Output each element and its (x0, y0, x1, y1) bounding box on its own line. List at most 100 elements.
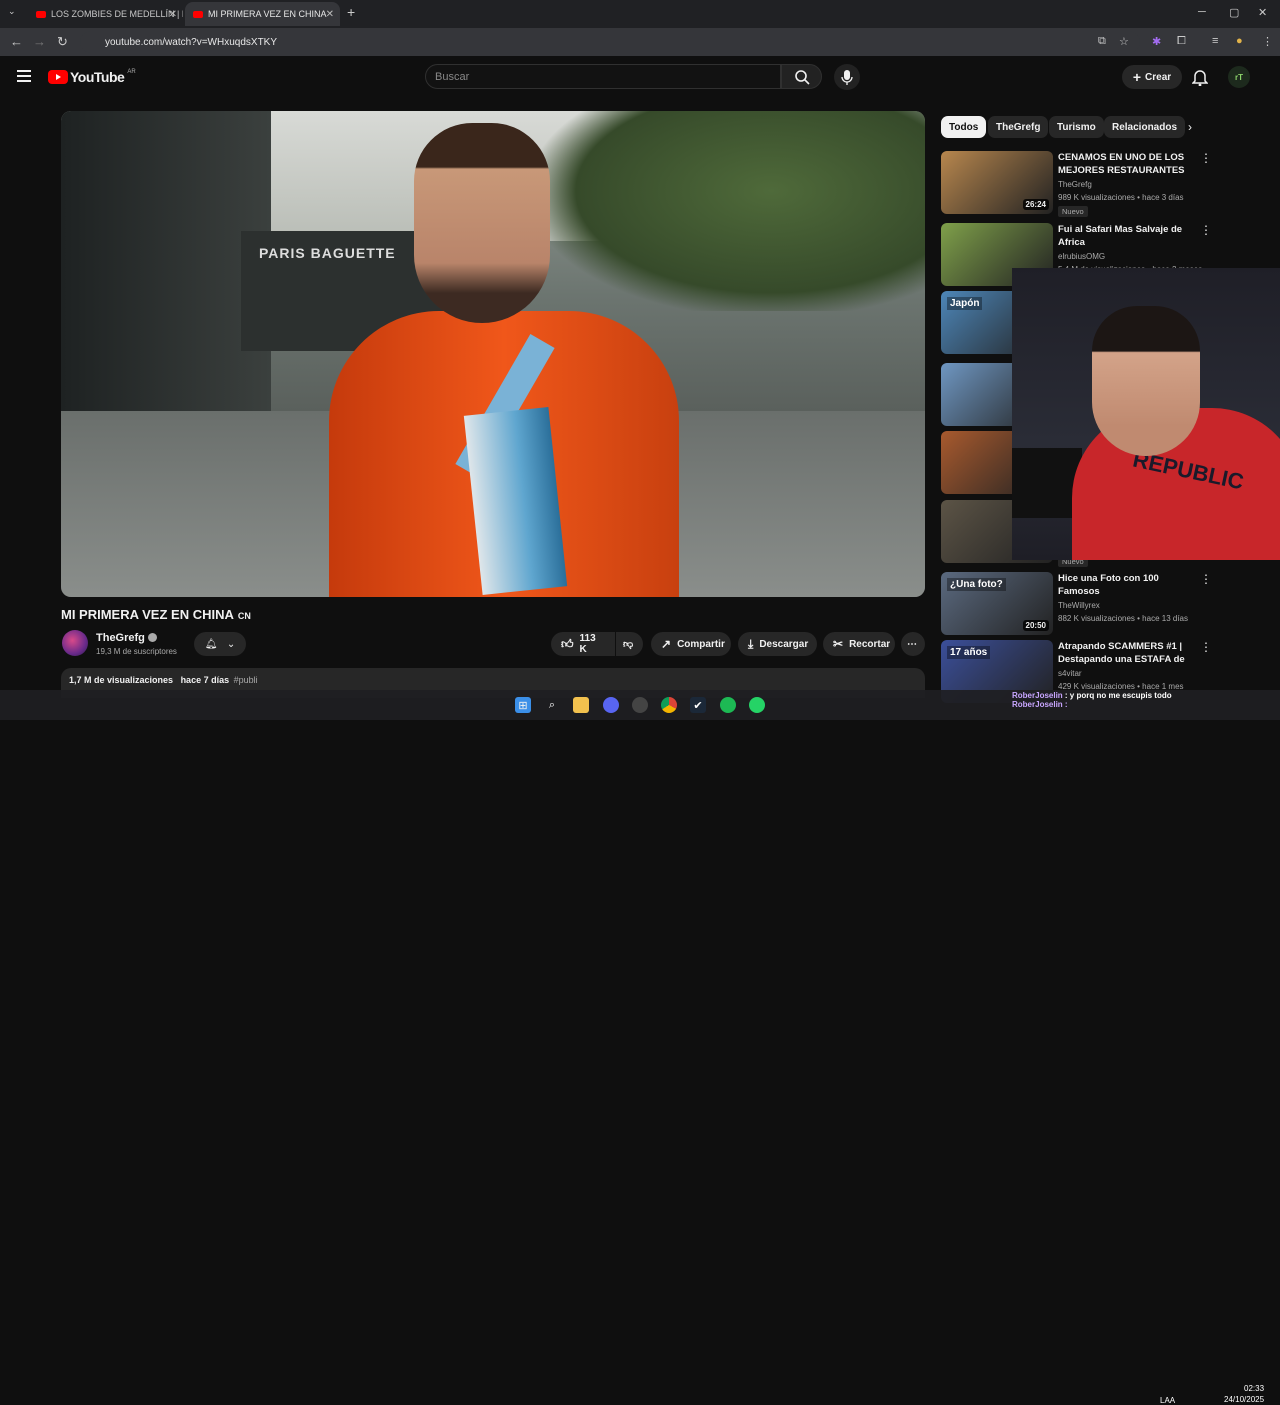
file-explorer-icon[interactable] (573, 697, 589, 713)
recommended-channel[interactable]: s4vitar (1058, 669, 1082, 678)
download-button[interactable]: ⤓ Descargar (738, 632, 817, 656)
dislike-button[interactable]: 👎︎ (616, 632, 643, 656)
tab-primera-vez-china[interactable]: MI PRIMERA VEZ EN CHINA ✕ (185, 2, 340, 26)
close-tab-icon[interactable]: ✕ (326, 9, 334, 20)
recommended-title[interactable]: CENAMOS EN UNO DE LOS MEJORES RESTAURANT… (1058, 151, 1188, 177)
video-thumbnail[interactable]: ¿Una foto? 20:50 (941, 572, 1053, 635)
install-app-icon[interactable]: ⧉ (1098, 35, 1106, 48)
recommended-video[interactable]: ¿Una foto? 20:50 Hice una Foto con 100 Fam… (941, 572, 1212, 636)
china-flag: CN (237, 611, 251, 621)
like-button[interactable]: 👍︎ 113 K (551, 632, 615, 656)
spotify-icon[interactable] (720, 697, 736, 713)
search-button[interactable] (781, 64, 822, 89)
recommended-channel[interactable]: TheGrefg (1058, 180, 1092, 189)
thumbnail-text: 17 años (947, 646, 991, 659)
more-vertical-icon[interactable]: ⋮ (1200, 224, 1212, 236)
clip-label: Recortar (849, 638, 891, 650)
windows-start-icon[interactable]: ⊞ (515, 697, 531, 713)
recommended-channel[interactable]: TheWillyrex (1058, 601, 1100, 610)
chip-todos[interactable]: Todos (941, 116, 987, 138)
maximize-button[interactable]: ▢ (1229, 6, 1239, 19)
youtube-play-icon (48, 70, 68, 84)
search-input[interactable]: Buscar (425, 64, 781, 89)
extensions-puzzle-icon[interactable]: ⧠ (1177, 35, 1186, 48)
whatsapp-icon[interactable] (749, 697, 765, 713)
recommended-title[interactable]: Atrapando SCAMMERS #1 | Destapando una E… (1058, 640, 1188, 666)
system-clock[interactable]: 02:33 24/10/2025 (1224, 1383, 1264, 1405)
address-bar[interactable]: youtube.com/watch?v=WHxuqdsXTKY (80, 31, 1140, 53)
more-vertical-icon[interactable]: ⋮ (1200, 573, 1212, 585)
notifications-button[interactable] (1191, 68, 1209, 91)
more-actions-button[interactable]: ⋯ (901, 632, 925, 656)
subscription-bell-button[interactable]: 🔔︎ ⌄ (194, 632, 246, 656)
recommended-title[interactable]: Hice una Foto con 100 Famosos (1058, 572, 1188, 598)
browser-menu-icon[interactable]: ⋮ (1262, 35, 1273, 48)
search-icon[interactable]: ⌕ (544, 697, 560, 713)
account-avatar[interactable]: rT (1228, 66, 1250, 88)
download-icon: ⤓ (748, 636, 754, 651)
minimize-button[interactable]: ─ (1198, 6, 1206, 18)
video-player[interactable]: PARIS BAGUETTE (61, 111, 925, 597)
view-count: 1,7 M de visualizaciones (69, 675, 174, 685)
chip-relacionados[interactable]: Relacionados (1104, 116, 1186, 138)
close-window-button[interactable]: ✕ (1258, 6, 1267, 19)
steam-icon[interactable]: ✔ (690, 697, 706, 713)
media-controls-icon[interactable]: ≡ (1212, 35, 1218, 47)
input-language[interactable]: LAA (1160, 1396, 1175, 1405)
channel-avatar[interactable] (62, 630, 88, 656)
chevron-right-icon[interactable]: › (1188, 120, 1192, 134)
plus-icon: + (1132, 69, 1142, 85)
more-vertical-icon[interactable]: ⋮ (1200, 152, 1212, 164)
browser-tab-bar: ⌄ LOS ZOMBIES DE MEDELLÍN | E ✕ MI PRIME… (0, 0, 1280, 28)
recommended-channel[interactable]: elrubiusOMG (1058, 252, 1105, 261)
search-icon (795, 70, 810, 85)
video-thumbnail[interactable]: 26:24 (941, 151, 1053, 214)
channel-name[interactable]: TheGrefg (96, 632, 157, 644)
new-badge: Nuevo (1058, 206, 1088, 217)
menu-icon[interactable] (17, 70, 31, 82)
tab-zombies[interactable]: LOS ZOMBIES DE MEDELLÍN | E ✕ (28, 2, 183, 26)
new-tab-button[interactable]: + (347, 4, 355, 20)
create-button[interactable]: + Crear (1122, 65, 1182, 89)
thumbs-up-icon: 👍︎ (561, 636, 574, 651)
video-duration: 26:24 (1022, 199, 1049, 210)
voice-search-button[interactable] (834, 64, 860, 90)
recommended-video[interactable]: 26:24 CENAMOS EN UNO DE LOS MEJORES RESTA… (941, 151, 1212, 217)
thumbnail-text: Japón (947, 297, 983, 310)
create-label: Crear (1145, 71, 1172, 83)
more-vertical-icon[interactable]: ⋮ (1200, 641, 1212, 653)
like-count: 113 K (579, 633, 596, 655)
thumbs-down-icon: 👎︎ (623, 639, 634, 650)
clip-button[interactable]: ✂ Recortar (823, 632, 895, 656)
chrome-icon[interactable] (661, 697, 677, 713)
chip-turismo[interactable]: Turismo (1049, 116, 1104, 138)
chevron-down-icon: ⌄ (226, 638, 236, 650)
close-tab-icon[interactable]: ✕ (169, 9, 177, 20)
more-horizontal-icon: ⋯ (907, 638, 917, 650)
youtube-favicon-icon (193, 10, 203, 18)
obs-icon[interactable] (632, 697, 648, 713)
video-title-text: MI PRIMERA VEZ EN CHINA (61, 607, 234, 622)
discord-icon[interactable] (603, 697, 619, 713)
tab-title: MI PRIMERA VEZ EN CHINA (208, 9, 327, 19)
tab-title: LOS ZOMBIES DE MEDELLÍN | E (51, 9, 183, 19)
share-button[interactable]: ↗ Compartir (651, 632, 731, 656)
recommended-title[interactable]: Fui al Safari Mas Salvaje de Africa (1058, 223, 1188, 249)
share-label: Compartir (677, 638, 725, 650)
forward-icon[interactable]: → (33, 34, 46, 49)
stream-chat-overlay: RoberJoselin : y porq no me escupis todo… (1012, 691, 1172, 709)
tab-list-icon[interactable]: ⌄ (8, 6, 16, 17)
back-icon[interactable]: ← (10, 34, 23, 49)
extension-icon[interactable]: ✱ (1152, 35, 1161, 48)
video-frame-person-head (414, 123, 550, 323)
clock-date: 24/10/2025 (1224, 1395, 1265, 1404)
hashtag[interactable]: #publi (234, 675, 258, 685)
bookmark-star-icon[interactable]: ☆ (1119, 35, 1129, 48)
bell-icon: 🔔︎ (204, 638, 218, 650)
youtube-logo[interactable]: YouTube AR (48, 69, 136, 85)
youtube-favicon-icon (36, 10, 46, 18)
profile-icon[interactable]: ● (1236, 35, 1243, 47)
chip-thegrefg[interactable]: TheGrefg (988, 116, 1049, 138)
reload-icon[interactable]: ↻ (57, 34, 68, 50)
chat-message: : y porq no me escupis todo (1064, 691, 1172, 700)
